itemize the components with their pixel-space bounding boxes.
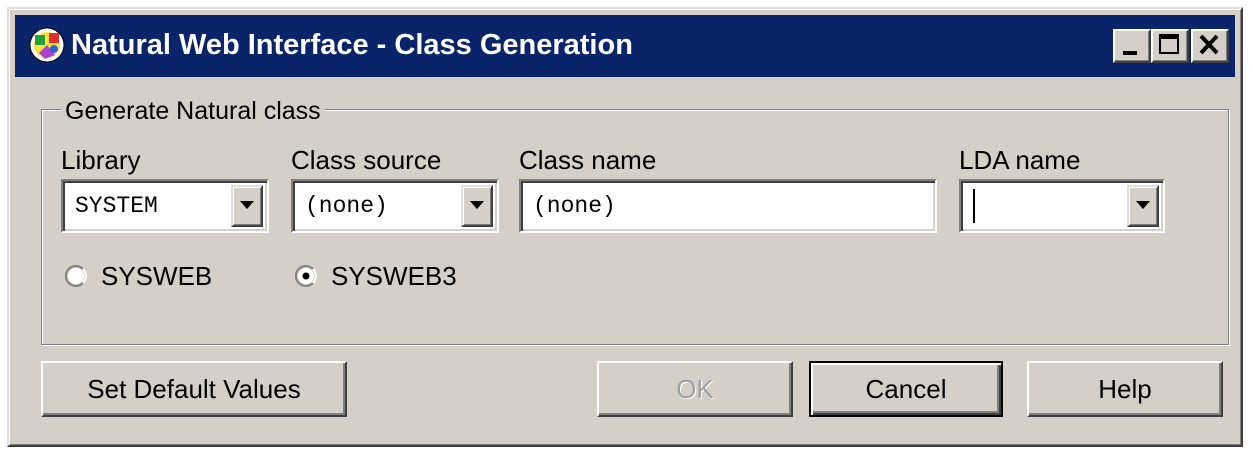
class-name-value: (none) [533, 193, 616, 219]
chevron-down-icon [1136, 201, 1150, 209]
lda-name-dropdown-button[interactable] [1127, 185, 1159, 227]
maximize-icon [1159, 34, 1179, 54]
close-icon [1199, 34, 1219, 55]
class-name-input[interactable]: (none) [519, 179, 937, 233]
lda-name-combobox[interactable] [959, 179, 1165, 233]
lda-name-label: LDA name [959, 145, 1081, 175]
class-source-label: Class source [291, 145, 442, 175]
class-name-label: Class name [519, 145, 657, 175]
sysweb-radio[interactable] [65, 265, 87, 287]
help-button[interactable]: Help [1027, 361, 1223, 417]
cancel-button[interactable]: Cancel [809, 361, 1003, 417]
minimize-icon [1123, 51, 1137, 55]
sysweb3-label[interactable]: SYSWEB3 [331, 261, 457, 291]
natural-app-icon [29, 27, 65, 63]
text-caret [973, 189, 975, 223]
sysweb3-radio[interactable] [295, 265, 317, 287]
chevron-down-icon [470, 201, 484, 209]
library-label: Library [61, 145, 141, 175]
library-dropdown-button[interactable] [231, 185, 263, 227]
minimize-button[interactable] [1113, 29, 1151, 63]
radio-selected-dot [302, 272, 310, 280]
sysweb-label[interactable]: SYSWEB [101, 261, 212, 291]
maximize-button[interactable] [1151, 29, 1189, 63]
set-default-values-button[interactable]: Set Default Values [41, 361, 347, 417]
class-source-dropdown-button[interactable] [461, 185, 493, 227]
library-select[interactable]: SYSTEM [61, 179, 269, 233]
class-source-value: (none) [305, 193, 388, 219]
group-legend: Generate Natural class [61, 97, 325, 125]
class-source-select[interactable]: (none) [291, 179, 499, 233]
chevron-down-icon [240, 201, 254, 209]
close-button[interactable] [1191, 29, 1229, 63]
window-title: Natural Web Interface - Class Generation [71, 29, 633, 61]
dialog-window: Natural Web Interface - Class Generation… [7, 7, 1243, 447]
library-value: SYSTEM [75, 193, 158, 219]
ok-button[interactable]: OK [597, 361, 793, 417]
title-bar[interactable]: Natural Web Interface - Class Generation [15, 15, 1235, 77]
